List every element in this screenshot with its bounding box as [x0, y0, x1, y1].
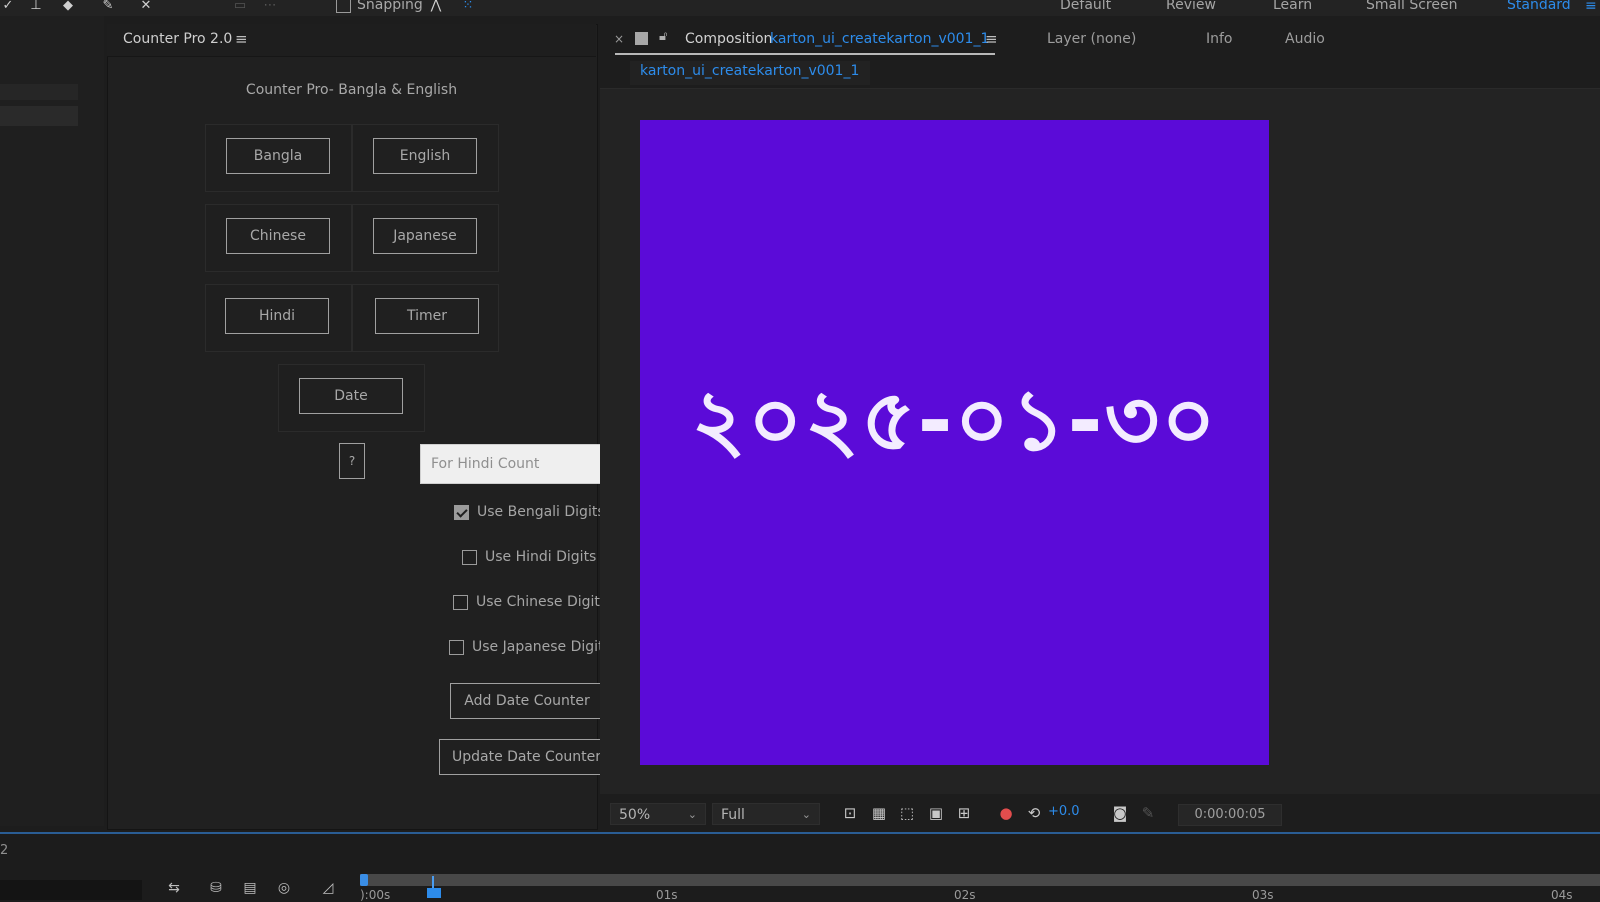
time-navigator[interactable] — [360, 874, 1600, 886]
playhead-line — [432, 876, 434, 888]
resolution-value: Full — [721, 807, 745, 823]
distribute-icon[interactable]: ⋯ — [262, 0, 278, 14]
japanese-button[interactable]: Japanese — [373, 218, 477, 254]
composition-menu-icon[interactable]: ≡ — [985, 30, 998, 48]
help-button[interactable]: ? — [339, 443, 365, 479]
composition-label[interactable]: Composition — [685, 31, 772, 47]
project-row[interactable] — [0, 106, 78, 126]
bengali-digits-label: Use Bengali Digits — [477, 504, 605, 520]
fast-previews-icon[interactable]: ⊡ — [840, 803, 860, 823]
chinese-digits-label: Use Chinese Digits — [476, 594, 608, 610]
workspace-default[interactable]: Default — [1060, 0, 1111, 13]
panel-subtitle: Counter Pro- Bangla & English — [245, 82, 458, 98]
update-date-counter-button[interactable]: Update Date Counter — [439, 739, 614, 775]
workspace-menu-icon[interactable]: ≡ — [1585, 0, 1597, 14]
channels-icon[interactable]: ● — [996, 803, 1016, 823]
bengali-digits-option[interactable]: Use Bengali Digits — [454, 502, 605, 522]
guides-icon[interactable]: ⊞ — [954, 803, 974, 823]
workspace-standard[interactable]: Standard — [1507, 0, 1571, 13]
chinese-button[interactable]: Chinese — [226, 218, 330, 254]
shy-layers-icon[interactable]: ⛁ — [206, 880, 226, 898]
work-area-start-handle[interactable] — [360, 874, 368, 886]
english-button[interactable]: English — [373, 138, 477, 174]
hindi-digits-label: Use Hindi Digits — [485, 549, 597, 565]
japanese-digits-checkbox[interactable] — [449, 639, 464, 655]
frame-blending-icon[interactable]: ▤ — [240, 880, 260, 898]
lock-icon[interactable]: 🔓︎ — [659, 29, 667, 44]
bangla-button[interactable]: Bangla — [226, 138, 330, 174]
timer-button[interactable]: Timer — [375, 298, 479, 334]
timeline-search[interactable] — [0, 880, 142, 900]
region-of-interest-icon[interactable]: ▣ — [926, 803, 946, 823]
motion-blur-icon[interactable]: ◎ — [274, 880, 294, 898]
project-row[interactable] — [0, 84, 78, 100]
japanese-digits-label: Use Japanese Digits — [472, 639, 611, 655]
stamp-tool-icon[interactable]: ⊥ — [28, 0, 44, 14]
playhead[interactable] — [427, 876, 441, 900]
snap-option-icon[interactable]: ⋀ — [428, 0, 444, 14]
chinese-digits-checkbox[interactable] — [453, 594, 468, 610]
align-icon[interactable]: ▭ — [232, 0, 248, 14]
date-counter-text: ২০২৫-০১-৩০ — [691, 371, 1218, 469]
hindi-digits-option[interactable]: Use Hindi Digits — [462, 547, 596, 567]
snapping-label: Snapping — [357, 0, 423, 13]
bengali-digits-checkbox[interactable] — [454, 504, 469, 520]
workspace-review[interactable]: Review — [1166, 0, 1216, 13]
roto-brush-icon[interactable]: ✎ — [100, 0, 116, 14]
chevron-down-icon: ⌄ — [801, 808, 811, 821]
snapshot-camera-icon[interactable]: ◙ — [1110, 803, 1130, 823]
panel-title[interactable]: Counter Pro 2.0 — [123, 31, 232, 47]
layer-number: 2 — [0, 843, 9, 858]
mask-path-icon[interactable]: ⬚ — [897, 803, 917, 823]
graph-editor-icon[interactable]: ◿ — [318, 880, 338, 898]
timecode-display[interactable]: 0:00:00:05 — [1178, 804, 1282, 826]
tab-layer[interactable]: Layer (none) — [1047, 31, 1136, 47]
workspace-small-screen[interactable]: Small Screen — [1366, 0, 1457, 13]
comp-subtab-label[interactable]: karton_ui_createkarton_v001_1 — [640, 63, 859, 79]
chevron-down-icon: ⌄ — [687, 808, 697, 821]
snapping-checkbox[interactable] — [336, 0, 351, 13]
workspace-learn[interactable]: Learn — [1273, 0, 1312, 13]
chinese-digits-option[interactable]: Use Chinese Digits — [453, 592, 607, 612]
show-snapshot-icon[interactable]: ✎ — [1138, 803, 1158, 823]
snap-grid-icon[interactable]: ⁙ — [460, 0, 476, 14]
top-toolbar: ✓ ⊥ ◆ ✎ ✕ ▭ ⋯ Snapping ⋀ ⁙ Default Revie… — [0, 0, 1600, 16]
selection-tool-icon[interactable]: ✓ — [0, 0, 16, 14]
close-icon[interactable]: × — [614, 32, 624, 46]
panel-menu-icon[interactable]: ≡ — [235, 30, 248, 48]
tab-audio[interactable]: Audio — [1285, 31, 1325, 47]
project-panel — [0, 16, 104, 826]
playhead-head[interactable] — [427, 888, 441, 898]
hindi-button[interactable]: Hindi — [225, 298, 329, 334]
tab-info[interactable]: Info — [1206, 31, 1233, 47]
transparency-grid-icon[interactable]: ▦ — [869, 803, 889, 823]
comp-color-swatch — [635, 32, 648, 45]
japanese-digits-option[interactable]: Use Japanese Digits — [449, 637, 611, 657]
composition-flowchart-icon[interactable]: ⇆ — [164, 880, 184, 898]
zoom-dropdown[interactable]: 50% ⌄ — [610, 803, 706, 825]
add-date-counter-button[interactable]: Add Date Counter — [450, 683, 604, 719]
zoom-value: 50% — [619, 807, 651, 823]
reset-exposure-icon[interactable]: ⟲ — [1024, 803, 1044, 823]
composition-name[interactable]: karton_ui_createkarton_v001_1 — [770, 31, 989, 47]
puppet-pin-icon[interactable]: ✕ — [138, 0, 154, 14]
exposure-value[interactable]: +0.0 — [1048, 804, 1080, 819]
active-tab-underline — [615, 53, 995, 55]
eraser-tool-icon[interactable]: ◆ — [60, 0, 76, 14]
hindi-digits-checkbox[interactable] — [462, 549, 477, 565]
date-button[interactable]: Date — [299, 378, 403, 414]
resolution-dropdown[interactable]: Full ⌄ — [712, 803, 820, 825]
